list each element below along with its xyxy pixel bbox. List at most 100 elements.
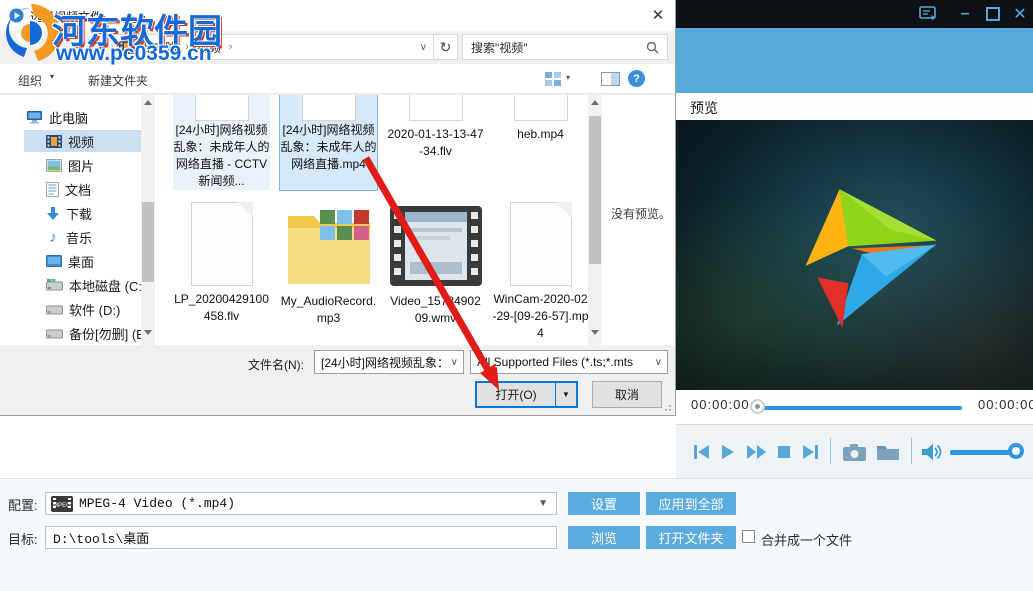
merge-checkbox-label: 合并成一个文件	[761, 533, 853, 548]
skip-start-icon[interactable]	[693, 444, 710, 460]
file-list: [24小时]网络视频乱象：未成年人的网络直播 - CCTV 新闻频... [24…	[156, 95, 588, 345]
feedback-icon[interactable]	[918, 6, 938, 22]
music-note-icon: ♪	[49, 228, 57, 246]
skip-end-icon[interactable]	[802, 444, 819, 460]
settings-button[interactable]: 设置	[568, 492, 640, 515]
documents-icon	[46, 181, 59, 197]
open-folder-icon[interactable]	[876, 443, 900, 461]
volume-speaker-icon[interactable]	[921, 442, 943, 462]
scroll-up-arrow[interactable]	[144, 100, 152, 105]
browse-button[interactable]: 浏览	[568, 526, 640, 549]
computer-icon	[27, 111, 42, 124]
dialog-preview-pane: 没有预览。	[602, 95, 675, 345]
downloads-icon	[47, 206, 59, 220]
open-split-arrow[interactable]: ▼	[556, 390, 576, 399]
filename-combobox[interactable]: [24小时]网络视频乱象：未成年人的网络直播.mp4 ∨	[314, 350, 464, 374]
file-scroll-thumb[interactable]	[589, 116, 601, 264]
dialog-close-button[interactable]: ✕	[641, 0, 675, 30]
file-icon	[509, 202, 572, 286]
sidebar-item-this-pc[interactable]: 此电脑	[26, 106, 88, 128]
apply-all-button[interactable]: 应用到全部	[646, 492, 736, 515]
disk-drive-icon	[46, 329, 63, 339]
minimize-button[interactable]: –	[955, 5, 975, 22]
file-item[interactable]: [24小时]网络视频乱象：未成年人的网络直播 - CCTV 新闻频...	[173, 95, 270, 190]
refresh-button[interactable]: ↻	[433, 34, 458, 60]
seek-knob[interactable]	[750, 399, 765, 414]
target-value: D:\tools\桌面	[53, 532, 150, 547]
resize-grip[interactable]	[662, 402, 672, 412]
seek-track[interactable]	[757, 406, 962, 410]
file-item[interactable]: My_AudioRecord.mp3	[280, 196, 377, 327]
sidebar-item-music[interactable]: ♪ 音乐	[46, 226, 92, 248]
organize-menu[interactable]: 组织	[18, 72, 42, 89]
organize-dropdown-arrow[interactable]: ▾	[50, 72, 54, 81]
pictures-icon	[46, 158, 62, 172]
file-item[interactable]: heb.mp4	[492, 95, 588, 143]
sidebar-item-disk-d[interactable]: 软件 (D:)	[46, 298, 120, 320]
file-list-scrollbar[interactable]	[588, 95, 602, 345]
sidebar-item-documents[interactable]: 文档	[46, 178, 91, 200]
app-logo-paper-plane	[805, 189, 937, 328]
sidebar-item-desktop[interactable]: 桌面	[46, 250, 94, 272]
open-button[interactable]: 打开(O) ▼	[475, 381, 578, 408]
nav-scroll-thumb[interactable]	[142, 202, 154, 282]
config-dropdown-arrow[interactable]: ▼	[538, 498, 548, 509]
fast-forward-icon[interactable]	[746, 444, 768, 460]
video-preview-area	[676, 120, 1033, 390]
preview-pane-icon[interactable]	[601, 72, 620, 86]
cancel-button[interactable]: 取消	[592, 381, 662, 408]
output-panel: 配置: MPEG MPEG-4 Video (*.mp4) ▼ 设置 应用到全部…	[0, 478, 1033, 591]
no-preview-text: 没有预览。	[611, 207, 672, 221]
sidebar-item-disk-c[interactable]: 本地磁盘 (C:)	[46, 274, 146, 296]
open-output-folder-button[interactable]: 打开文件夹	[646, 526, 736, 549]
preview-label: 预览	[690, 100, 718, 116]
file-item[interactable]: WinCam-2020-02-29-[09-26-57].mp4	[492, 196, 588, 342]
time-total: 00:00:00	[978, 397, 1033, 412]
config-combobox[interactable]: MPEG MPEG-4 Video (*.mp4) ▼	[45, 492, 557, 515]
disk-drive-icon	[46, 305, 63, 315]
file-item[interactable]: LP_20200429100458.flv	[173, 196, 270, 325]
view-mode-dropdown-arrow[interactable]: ▾	[566, 73, 570, 82]
mpeg-format-icon: MPEG	[51, 495, 73, 512]
view-mode-icon[interactable]	[545, 72, 561, 86]
svg-text:MPEG: MPEG	[53, 503, 71, 509]
maximize-button[interactable]	[983, 6, 1003, 22]
sidebar-item-downloads[interactable]: 下载	[46, 202, 92, 224]
new-folder-button[interactable]: 新建文件夹	[88, 72, 148, 89]
nav-scrollbar[interactable]	[141, 95, 155, 345]
stop-icon[interactable]	[777, 445, 791, 459]
address-dropdown-arrow[interactable]: ∨	[420, 42, 427, 53]
config-label: 配置:	[8, 498, 38, 513]
file-icon	[408, 95, 463, 121]
scroll-down-arrow[interactable]	[591, 330, 599, 335]
volume-knob[interactable]	[1008, 443, 1024, 459]
target-path-input[interactable]: D:\tools\桌面	[45, 526, 557, 549]
nav-pane: 此电脑 视频 图片 文档 下载 ♪ 音乐 桌面 本地磁盘 (C:) 软件 (D:…	[0, 95, 156, 345]
play-icon[interactable]	[721, 444, 735, 460]
file-icon	[190, 202, 253, 286]
scroll-up-arrow[interactable]	[591, 100, 599, 105]
file-item-selected[interactable]: [24小时]网络视频乱象：未成年人的网络直播.mp4	[279, 95, 378, 191]
file-icon	[513, 95, 568, 121]
controls-divider	[830, 438, 831, 464]
folder-thumbnail-icon	[287, 210, 370, 284]
close-app-button[interactable]: ✕	[1010, 6, 1030, 23]
sidebar-item-pictures[interactable]: 图片	[46, 154, 94, 176]
scroll-down-arrow[interactable]	[144, 330, 152, 335]
filetype-dropdown-arrow[interactable]: ∨	[655, 357, 662, 368]
filetype-combobox[interactable]: All Supported Files (*.ts;*.mts ∨	[470, 350, 668, 374]
help-icon[interactable]: ?	[628, 70, 645, 87]
filetype-value: All Supported Files (*.ts;*.mts	[477, 355, 634, 369]
file-item[interactable]: Video_1578490209.wmv	[387, 196, 484, 327]
snapshot-camera-icon[interactable]	[842, 443, 867, 462]
merge-checkbox[interactable]	[742, 530, 755, 543]
filename-dropdown-arrow[interactable]: ∨	[451, 357, 458, 368]
sidebar-item-disk-e[interactable]: 备份[勿删] (E:)	[46, 322, 153, 344]
search-box[interactable]: 搜索"视频"	[462, 34, 668, 60]
crumb-separator: ›	[228, 41, 233, 53]
sidebar-item-videos[interactable]: 视频	[46, 130, 94, 152]
controls-divider	[911, 438, 912, 464]
file-item[interactable]: 2020-01-13-13-47-34.flv	[387, 95, 484, 160]
target-label: 目标:	[8, 532, 38, 547]
search-icon[interactable]	[646, 41, 659, 54]
